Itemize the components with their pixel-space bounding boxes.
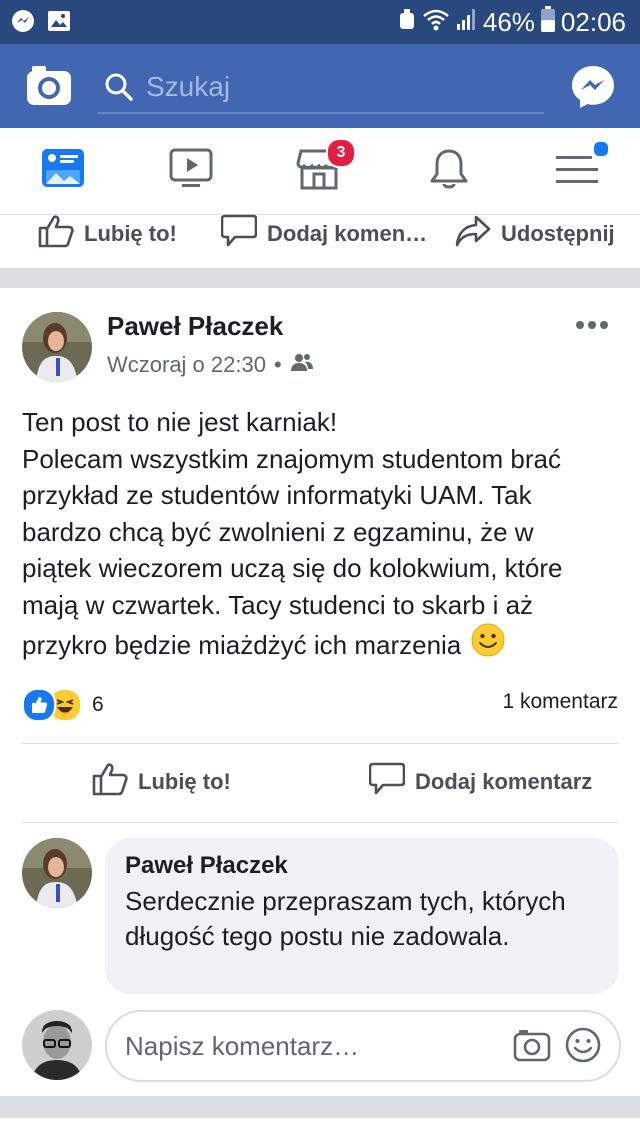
prev-comment-button[interactable]: Dodaj komen… — [220, 214, 428, 254]
camera-icon[interactable] — [513, 1028, 551, 1067]
post-line: mają w czwartek. Tacy studenci to skarb … — [22, 589, 534, 620]
comment-button[interactable]: Dodaj komentarz — [368, 752, 593, 812]
menu-icon — [554, 156, 600, 196]
wifi-icon — [423, 7, 449, 38]
post-line: przykro będzie miażdżyć ich marzenia — [22, 629, 462, 660]
feed-separator — [0, 268, 640, 288]
app-bar: Szukaj — [0, 44, 640, 128]
divider — [22, 822, 618, 823]
like-button[interactable]: Lubię to! — [92, 752, 231, 812]
current-user-avatar[interactable] — [22, 1010, 92, 1080]
bell-icon — [426, 149, 472, 196]
prev-share-label: Udostępnij — [501, 221, 615, 246]
thumbs-up-icon — [92, 762, 128, 802]
post-text: Ten post to nie jest karniak! Polecam ws… — [22, 404, 622, 667]
clock: 02:06 — [560, 7, 626, 37]
divider — [22, 743, 618, 744]
tab-notifications[interactable] — [426, 146, 476, 196]
emoji-icon[interactable] — [565, 1027, 601, 1068]
messenger-notification-icon — [10, 8, 36, 39]
prev-comment-label: Dodaj komen… — [267, 221, 428, 246]
news-feed-icon — [40, 149, 86, 196]
camera-icon[interactable] — [26, 64, 72, 111]
comment-author-name[interactable]: Paweł Płaczek — [125, 852, 288, 880]
battery-icon — [540, 6, 555, 39]
thumbs-up-icon — [38, 214, 74, 254]
meta-separator: • — [273, 352, 282, 377]
video-icon — [168, 148, 214, 196]
smile-emoji-icon — [471, 623, 505, 667]
gallery-notification-icon — [46, 8, 72, 39]
like-label: Lubię to! — [138, 769, 231, 794]
comment-input[interactable]: Napisz komentarz… — [105, 1010, 621, 1082]
status-bar: 46% 02:06 — [0, 0, 640, 44]
post-timestamp[interactable]: Wczoraj o 22:30 — [107, 352, 266, 378]
comment-input-placeholder: Napisz komentarz… — [125, 1031, 360, 1061]
search-input[interactable]: Szukaj — [98, 62, 544, 114]
more-options-icon[interactable] — [574, 318, 610, 336]
post-line: piątek wieczorem uczą się do kolokwium, … — [22, 553, 563, 583]
comment-icon — [368, 762, 406, 802]
battery-percent: 46% — [482, 7, 535, 37]
feed-separator — [0, 1096, 640, 1118]
comment-label: Dodaj komentarz — [415, 769, 593, 794]
messenger-icon[interactable] — [570, 64, 616, 115]
post-line: Ten post to nie jest karniak! — [22, 407, 338, 437]
post-author-name[interactable]: Paweł Płaczek — [107, 311, 283, 342]
post-line-last: przykro będzie miażdżyć ich marzenia — [22, 623, 622, 667]
like-reaction-icon — [22, 688, 56, 722]
comment-count[interactable]: 1 komentarz — [502, 690, 618, 714]
alarm-icon — [397, 7, 417, 38]
marketplace-badge: 3 — [326, 138, 356, 168]
post-line: przykład ze studentów informatyki UAM. T… — [22, 480, 532, 510]
tab-news-feed[interactable] — [40, 146, 90, 196]
commenter-avatar[interactable] — [22, 838, 92, 908]
previous-post-actions: Lubię to! Dodaj komen… Udostępnij — [0, 214, 640, 270]
author-avatar[interactable] — [22, 312, 92, 382]
post-line: bardzo chcą być zwolnieni z egzaminu, że… — [22, 516, 534, 547]
comment-icon — [220, 214, 258, 254]
prev-like-label: Lubię to! — [84, 221, 177, 246]
reactions-summary[interactable]: 6 — [22, 688, 104, 722]
post-meta: Wczoraj o 22:30 • — [107, 352, 314, 378]
tab-menu[interactable] — [554, 140, 610, 196]
tab-watch[interactable] — [168, 146, 218, 196]
tab-bar: 3 — [0, 128, 640, 215]
comment-text: Serdecznie przepraszam tych, których dłu… — [125, 886, 566, 951]
search-icon — [104, 72, 134, 107]
share-icon — [455, 214, 491, 254]
search-placeholder: Szukaj — [146, 71, 231, 102]
prev-share-button[interactable]: Udostępnij — [455, 214, 615, 254]
comment-bubble[interactable]: Paweł Płaczek Serdecznie przepraszam tyc… — [105, 838, 619, 994]
signal-icon — [455, 7, 477, 38]
tab-marketplace[interactable]: 3 — [296, 138, 356, 196]
menu-notification-dot — [592, 140, 610, 158]
prev-like-button[interactable]: Lubię to! — [38, 214, 177, 254]
post-line: Polecam wszystkim znajomym studentom bra… — [22, 443, 561, 474]
reaction-count: 6 — [92, 693, 104, 716]
friends-privacy-icon — [290, 352, 314, 378]
marketplace-icon — [296, 149, 342, 196]
